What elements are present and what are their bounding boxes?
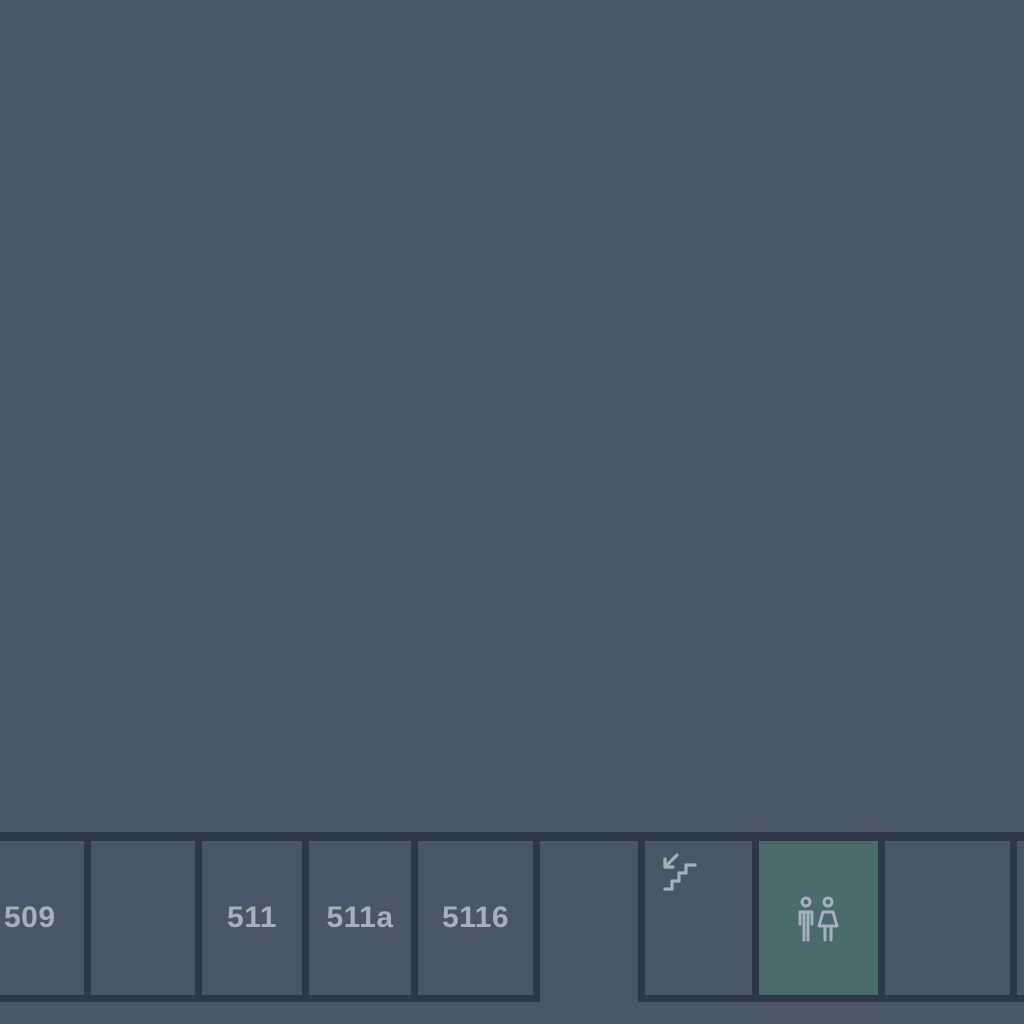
restroom-icon: [798, 896, 839, 942]
wall-divider: [411, 836, 418, 1002]
room-blank[interactable]: [91, 841, 195, 995]
room-blank[interactable]: [885, 841, 1010, 995]
room-label: 5116: [441, 901, 510, 934]
room-label: 511: [227, 901, 277, 934]
wall-divider: [84, 836, 91, 1002]
room-509[interactable]: 509: [0, 841, 84, 995]
wall-divider: [752, 836, 759, 1002]
room-label: 511a: [326, 901, 394, 934]
bottom-wall-right: [638, 995, 1024, 1002]
room-restroom[interactable]: [759, 841, 878, 995]
floor-map[interactable]: 509 511 511a 5116: [0, 0, 1024, 1024]
bottom-wall-left: [0, 995, 540, 1002]
stairs-down-icon: [663, 853, 697, 891]
room-511a[interactable]: 511a: [309, 841, 411, 995]
room-511[interactable]: 511: [202, 841, 302, 995]
wall-divider: [195, 836, 202, 1002]
room-stairs[interactable]: [645, 841, 752, 995]
room-label: 509: [4, 901, 56, 934]
wall-divider: [638, 836, 645, 1002]
wall-divider: [1010, 836, 1017, 1002]
room-5116[interactable]: 5116: [418, 841, 533, 995]
wall-divider: [878, 836, 885, 1002]
wall-divider: [533, 836, 540, 1002]
top-wall: [0, 832, 1024, 841]
corridor-gap: [540, 841, 638, 1002]
wall-divider: [302, 836, 309, 1002]
